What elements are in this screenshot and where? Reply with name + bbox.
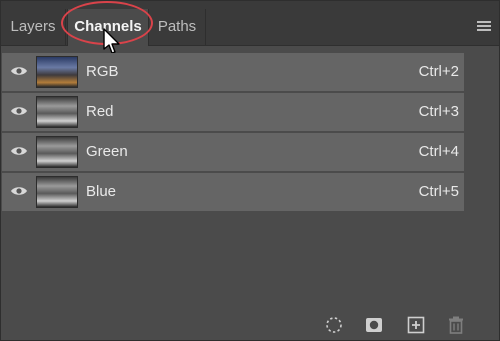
channel-row-rgb[interactable]: RGB Ctrl+2: [2, 53, 464, 93]
tab-paths[interactable]: Paths: [149, 9, 206, 45]
channel-shortcut: Ctrl+2: [418, 63, 459, 80]
channel-name: Green: [86, 143, 128, 160]
channel-name: Blue: [86, 183, 117, 200]
eye-icon[interactable]: [10, 145, 28, 157]
panel-menu-icon[interactable]: [477, 21, 491, 33]
channel-shortcut: Ctrl+5: [418, 183, 459, 200]
channel-thumbnail: [36, 176, 78, 208]
channel-thumbnail: [36, 96, 78, 128]
tab-layers[interactable]: Layers: [1, 9, 66, 45]
channel-row-red[interactable]: Red Ctrl+3: [2, 93, 464, 133]
channel-name: RGB: [86, 63, 119, 80]
channel-shortcut: Ctrl+3: [418, 103, 459, 120]
delete-channel-icon[interactable]: [445, 315, 467, 335]
channel-thumbnail: [36, 136, 78, 168]
channel-list: RGB Ctrl+2 Red Ctrl+3 Green Ctrl+4 Blue …: [2, 53, 464, 213]
eye-icon[interactable]: [10, 105, 28, 117]
channel-thumbnail: [36, 56, 78, 88]
channels-panel: Layers Channels Paths RGB Ctrl+2 Red Ctr…: [0, 0, 500, 341]
channel-row-green[interactable]: Green Ctrl+4: [2, 133, 464, 173]
channel-shortcut: Ctrl+4: [418, 143, 459, 160]
eye-icon[interactable]: [10, 65, 28, 77]
channel-name: Red: [86, 103, 114, 120]
eye-icon[interactable]: [10, 185, 28, 197]
bottom-toolbar: [1, 310, 499, 340]
channel-row-blue[interactable]: Blue Ctrl+5: [2, 173, 464, 213]
load-channel-as-selection-icon[interactable]: [323, 315, 345, 335]
save-selection-as-channel-icon[interactable]: [363, 315, 385, 335]
new-channel-icon[interactable]: [405, 315, 427, 335]
